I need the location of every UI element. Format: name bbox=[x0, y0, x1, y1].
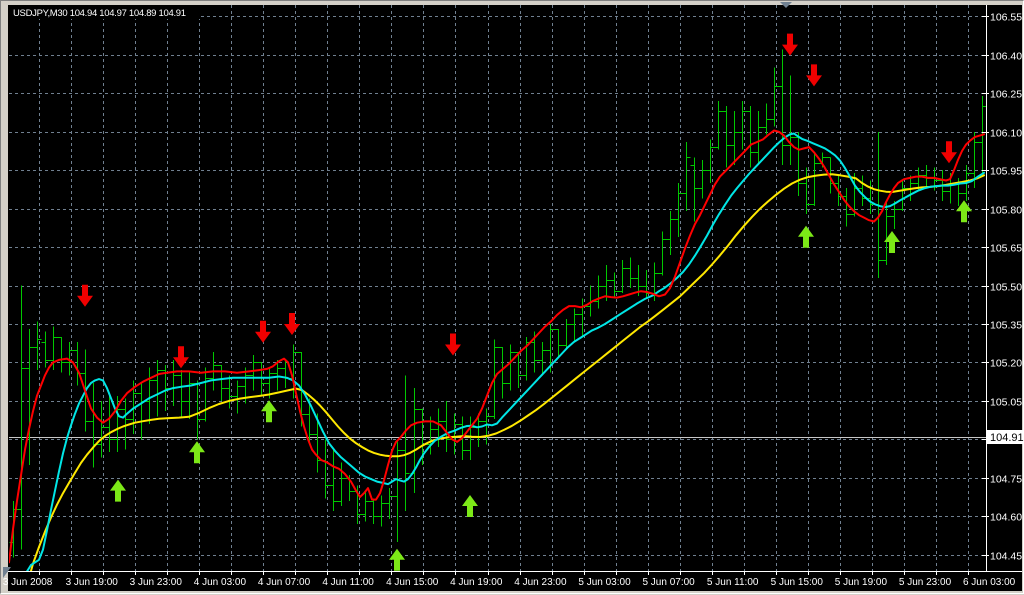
chart-window: 106.55106.40106.25106.10105.95105.80105.… bbox=[0, 0, 1024, 594]
plot-area[interactable] bbox=[9, 5, 986, 571]
price-chart[interactable]: 106.55106.40106.25106.10105.95105.80105.… bbox=[1, 1, 1024, 595]
time-scale[interactable] bbox=[8, 572, 1022, 591]
price-scale[interactable] bbox=[987, 5, 1023, 571]
